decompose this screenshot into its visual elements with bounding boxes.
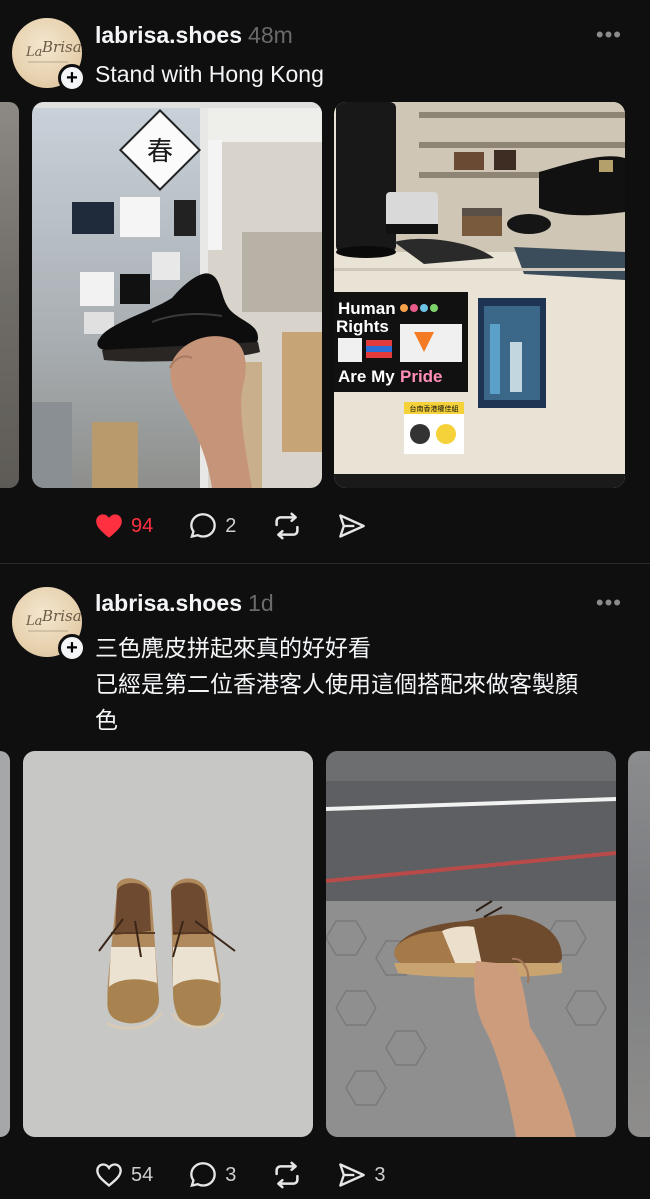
shoe-pair-photo <box>23 751 313 1137</box>
svg-text:Brisa: Brisa <box>41 607 82 625</box>
heart-icon <box>96 514 122 538</box>
svg-text:Brisa: Brisa <box>41 38 82 56</box>
loafer-photo: 春 <box>32 102 322 488</box>
svg-text:La: La <box>25 45 42 60</box>
share-count: 3 <box>374 1163 386 1186</box>
follow-plus-icon[interactable]: + <box>58 634 86 662</box>
post-divider <box>0 563 650 564</box>
like-count: 94 <box>131 514 154 537</box>
caption-line: Stand with Hong Kong <box>95 61 324 87</box>
post-image[interactable]: 春 <box>32 102 322 488</box>
caption-line: 三色麂皮拼起來真的好好看 <box>95 635 371 661</box>
small-sign-text: 台南香港權佳組 <box>410 404 459 413</box>
like-button[interactable]: 94 <box>95 513 153 539</box>
repost-button[interactable] <box>272 1161 302 1189</box>
username[interactable]: labrisa.shoes <box>95 22 242 48</box>
human-rights-sticker: Human Rights Are My Pride <box>334 292 468 392</box>
reply-count: 3 <box>225 1163 237 1186</box>
media-peek-left[interactable] <box>0 102 19 488</box>
like-count: 54 <box>131 1163 154 1186</box>
caption: Stand with Hong Kong <box>95 56 625 92</box>
like-button[interactable]: 54 <box>95 1162 153 1188</box>
more-icon[interactable]: ••• <box>596 22 622 48</box>
follow-plus-icon[interactable]: + <box>58 64 86 92</box>
post-header: labrisa.shoes 48m <box>95 22 293 49</box>
svg-text:La: La <box>25 614 42 629</box>
share-button[interactable]: 3 <box>338 1162 386 1188</box>
username[interactable]: labrisa.shoes <box>95 590 242 616</box>
svg-text:Pride: Pride <box>400 367 443 386</box>
spring-sticker: 春 <box>147 137 173 167</box>
reply-count: 2 <box>225 514 237 537</box>
post-actions: 94 2 <box>95 512 402 540</box>
reply-button[interactable]: 3 <box>189 1161 236 1189</box>
timestamp: 1d <box>248 590 274 616</box>
post-image[interactable] <box>326 751 616 1137</box>
repost-icon <box>275 1161 300 1189</box>
repost-button[interactable] <box>272 512 302 540</box>
post-header: labrisa.shoes 1d <box>95 590 274 617</box>
reply-button[interactable]: 2 <box>189 512 236 540</box>
caption: 三色麂皮拼起來真的好好看 已經是第二位香港客人使用這個搭配來做客製顏 色 <box>95 630 625 738</box>
svg-text:Human: Human <box>338 299 396 318</box>
post-actions: 54 3 3 <box>95 1161 422 1189</box>
share-icon <box>339 514 366 538</box>
heart-icon <box>96 1163 122 1188</box>
post-image[interactable] <box>23 751 313 1137</box>
svg-text:Rights: Rights <box>336 317 389 336</box>
more-icon[interactable]: ••• <box>596 590 622 616</box>
shoe-hand-photo <box>326 751 616 1137</box>
reply-icon <box>190 1162 217 1188</box>
reply-icon <box>190 513 217 539</box>
timestamp: 48m <box>248 22 293 48</box>
share-button[interactable] <box>338 513 366 539</box>
repost-icon <box>275 512 300 540</box>
media-peek-left[interactable] <box>0 751 10 1137</box>
caption-line: 已經是第二位香港客人使用這個搭配來做客製顏 <box>95 671 578 697</box>
caption-line: 色 <box>95 707 118 733</box>
share-icon <box>339 1163 366 1187</box>
post-image[interactable]: Human Rights Are My Pride 台南香港權佳組 <box>334 102 625 488</box>
svg-text:Are My: Are My <box>338 367 395 386</box>
media-peek-right[interactable] <box>628 751 650 1137</box>
counter-photo: Human Rights Are My Pride 台南香港權佳組 <box>334 102 625 488</box>
